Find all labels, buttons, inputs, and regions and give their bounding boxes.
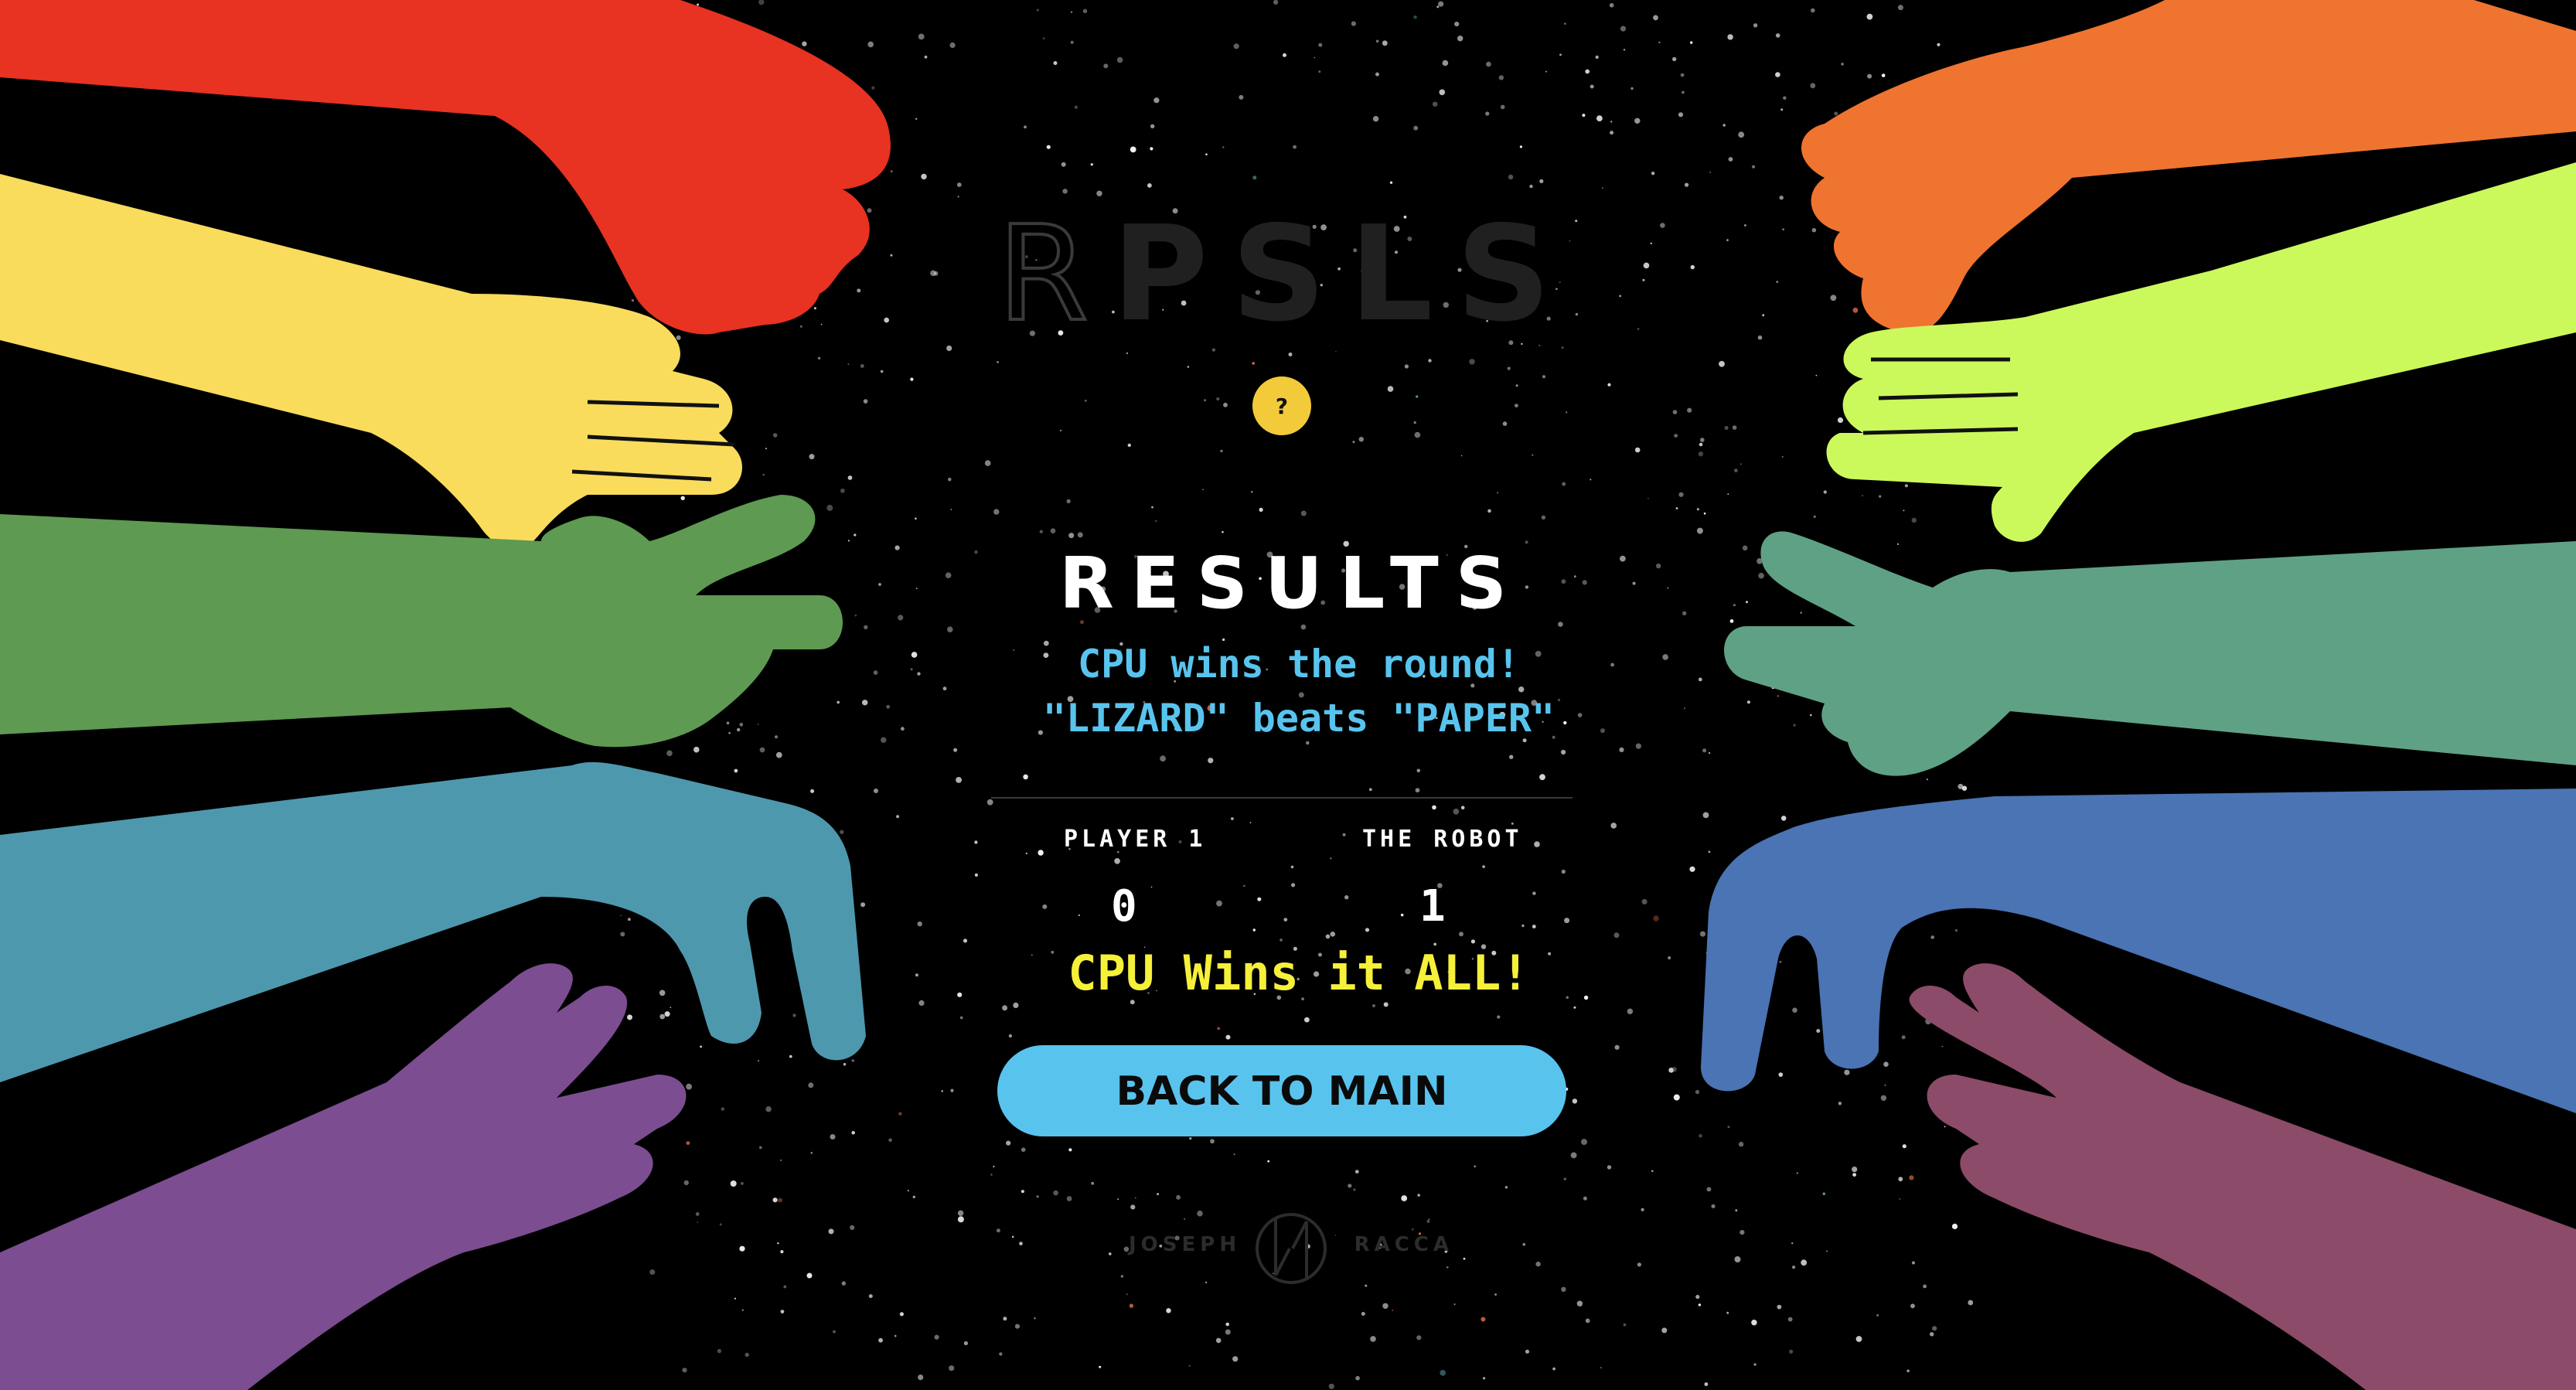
player-score: 0 [1111,881,1137,932]
results-panel: RPSLS ? RESULTS CPU wins the round! "LIZ… [0,0,2576,1390]
results-title: RESULTS [1059,542,1525,625]
player-label: PLAYER 1 [1064,826,1207,853]
back-to-main-button[interactable]: BACK TO MAIN [997,1045,1566,1136]
rpsls-logo: RPSLS [996,207,1585,342]
beats-message: "LIZARD" beats "PAPER" [1042,696,1555,741]
game-screen: RPSLS ? RESULTS CPU wins the round! "LIZ… [0,0,2576,1390]
logo-first-letter: R [996,198,1113,351]
author-signature: JOSEPH RACCA [1129,1202,1453,1295]
signature-first-name: JOSEPH [1129,1233,1242,1256]
round-result-message: CPU wins the round! [1078,642,1520,686]
robot-score: 1 [1419,881,1446,932]
logo-rest-letters: PSLS [1112,198,1574,351]
robot-label: THE ROBOT [1362,826,1523,853]
final-result-message: CPU Wins it ALL! [1068,945,1530,1001]
signature-monogram-icon [1256,1213,1327,1284]
help-button[interactable]: ? [1252,376,1311,435]
divider [991,797,1573,799]
signature-last-name: RACCA [1354,1233,1453,1256]
